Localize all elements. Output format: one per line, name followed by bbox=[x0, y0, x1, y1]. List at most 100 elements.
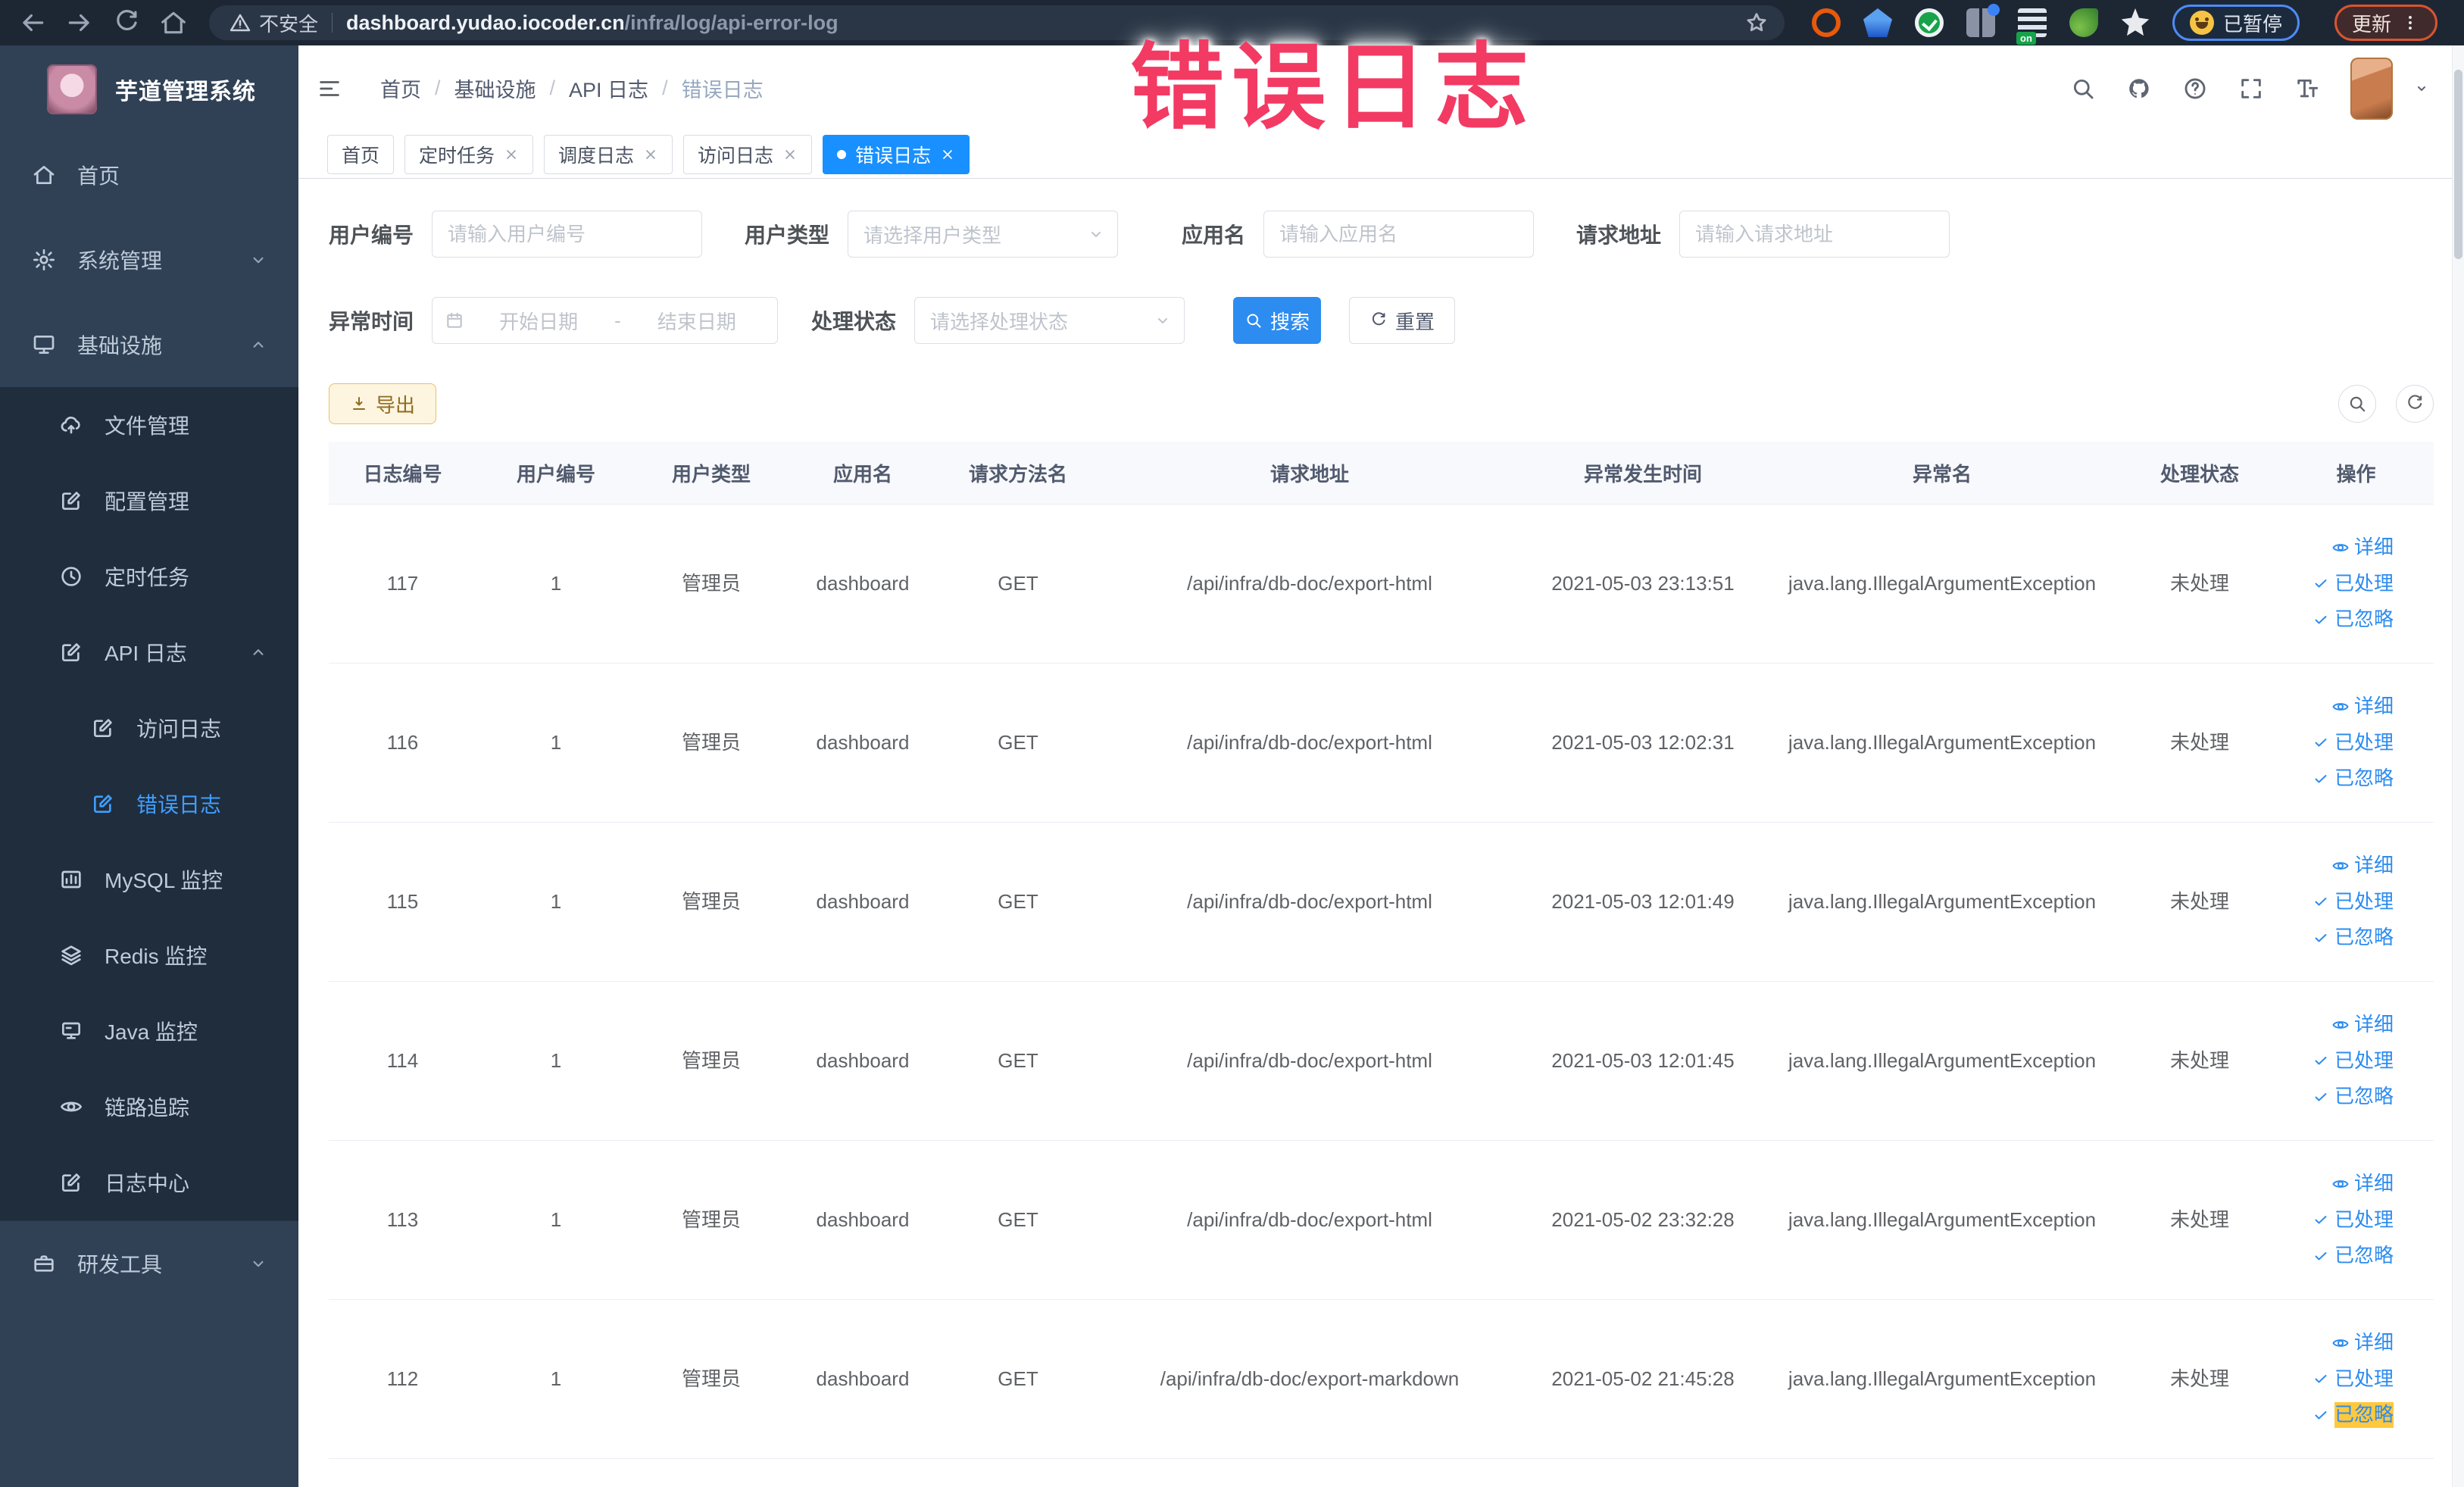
app-name-field[interactable] bbox=[1279, 222, 1518, 246]
security-label[interactable]: 不安全 bbox=[259, 9, 318, 37]
action-已忽略[interactable]: 已忽略 bbox=[2312, 925, 2394, 951]
back-icon[interactable] bbox=[18, 8, 47, 37]
breadcrumb-item[interactable]: 基础设施 bbox=[454, 73, 536, 103]
breadcrumb-item[interactable]: API 日志 bbox=[569, 73, 648, 103]
row-actions: 详细 已处理 已忽略 bbox=[2279, 694, 2433, 792]
request-url-field[interactable] bbox=[1695, 222, 1934, 246]
extension-star-icon[interactable] bbox=[2121, 8, 2150, 36]
extensions-area: on 已暂停 更新 bbox=[1812, 4, 2438, 45]
fullscreen-icon[interactable] bbox=[2238, 76, 2264, 102]
tab-close-icon[interactable] bbox=[643, 147, 658, 162]
url-text[interactable]: dashboard.yudao.iocoder.cn/infra/log/api… bbox=[346, 11, 1735, 35]
action-详细[interactable]: 详细 bbox=[2331, 1012, 2394, 1038]
home-nav-icon[interactable] bbox=[159, 8, 188, 37]
tab-定时任务[interactable]: 定时任务 bbox=[404, 135, 534, 174]
sidebar-item-log-center[interactable]: 日志中心 bbox=[0, 1145, 298, 1220]
app-name-input[interactable] bbox=[1263, 211, 1534, 258]
eye-icon bbox=[2331, 539, 2350, 557]
address-bar[interactable]: 不安全 dashboard.yudao.iocoder.cn/infra/log… bbox=[209, 5, 1785, 40]
sidebar-item-home[interactable]: 首页 bbox=[0, 133, 298, 217]
tab-调度日志[interactable]: 调度日志 bbox=[544, 135, 673, 174]
extension-switch-icon[interactable]: on bbox=[2016, 8, 2047, 45]
action-已忽略[interactable]: 已忽略 bbox=[2312, 766, 2394, 792]
sidebar-item-java[interactable]: Java 监控 bbox=[0, 993, 298, 1069]
extension-leaf-icon[interactable] bbox=[2069, 8, 2098, 37]
exception-time-range-picker[interactable]: 开始日期 - 结束日期 bbox=[432, 297, 778, 344]
sidebar-item-file[interactable]: 文件管理 bbox=[0, 387, 298, 463]
page-scrollbar[interactable] bbox=[2452, 45, 2464, 1487]
paused-extension-chip[interactable]: 已暂停 bbox=[2172, 5, 2300, 41]
search-button[interactable]: 搜索 bbox=[1233, 297, 1321, 344]
action-已忽略[interactable]: 已忽略 bbox=[2312, 1084, 2394, 1110]
tab-close-icon[interactable] bbox=[940, 147, 955, 162]
refresh-table-button[interactable] bbox=[2396, 385, 2434, 423]
sidebar-collapse-icon[interactable] bbox=[315, 76, 344, 102]
browser-update-chip[interactable]: 更新 bbox=[2334, 5, 2438, 41]
scrollbar-thumb[interactable] bbox=[2454, 70, 2462, 259]
tab-首页[interactable]: 首页 bbox=[327, 135, 395, 174]
search-icon[interactable] bbox=[2070, 76, 2096, 102]
process-status-select[interactable]: 请选择处理状态 bbox=[914, 297, 1185, 344]
action-已处理[interactable]: 已处理 bbox=[2312, 1207, 2394, 1233]
github-icon[interactable] bbox=[2126, 76, 2152, 102]
end-date-placeholder[interactable]: 结束日期 bbox=[629, 307, 765, 335]
action-已忽略[interactable]: 已忽略 bbox=[2312, 1243, 2394, 1269]
cell: java.lang.IllegalArgumentException bbox=[1788, 1367, 2097, 1390]
reset-button[interactable]: 重置 bbox=[1349, 297, 1455, 344]
breadcrumb-item[interactable]: 首页 bbox=[380, 73, 421, 103]
bookmark-star-icon[interactable] bbox=[1744, 10, 1769, 36]
sidebar-item-mysql[interactable]: MySQL 监控 bbox=[0, 842, 298, 917]
tab-错误日志[interactable]: 错误日志 bbox=[823, 135, 970, 174]
extension-green-check-icon[interactable] bbox=[1915, 8, 1944, 37]
help-icon[interactable] bbox=[2182, 76, 2208, 102]
action-详细[interactable]: 详细 bbox=[2331, 1171, 2394, 1197]
request-url-input[interactable] bbox=[1679, 211, 1950, 258]
sidebar-item-dev-tools[interactable]: 研发工具 bbox=[0, 1221, 298, 1306]
action-已处理[interactable]: 已处理 bbox=[2312, 889, 2394, 915]
tab-close-icon[interactable] bbox=[782, 147, 798, 162]
sidebar-item-job[interactable]: 定时任务 bbox=[0, 539, 298, 614]
app-logo-row[interactable]: 芋道管理系统 bbox=[0, 45, 298, 133]
action-已处理[interactable]: 已处理 bbox=[2312, 1048, 2394, 1074]
user-id-field[interactable] bbox=[448, 222, 686, 246]
action-已忽略[interactable]: 已忽略 bbox=[2312, 607, 2394, 633]
action-详细[interactable]: 详细 bbox=[2331, 1330, 2394, 1356]
export-button[interactable]: 导出 bbox=[329, 383, 436, 424]
action-已处理[interactable]: 已处理 bbox=[2312, 571, 2394, 597]
action-详细[interactable]: 详细 bbox=[2331, 694, 2394, 720]
action-已处理[interactable]: 已处理 bbox=[2312, 730, 2394, 756]
calendar-icon bbox=[445, 311, 464, 330]
extension-blue-shield-icon[interactable] bbox=[1863, 8, 1892, 37]
tab-close-icon[interactable] bbox=[504, 147, 519, 162]
action-详细[interactable]: 详细 bbox=[2331, 853, 2394, 879]
user-type-select[interactable]: 请选择用户类型 bbox=[848, 211, 1118, 258]
browser-menu-dots-icon[interactable] bbox=[2400, 13, 2420, 33]
reload-icon[interactable] bbox=[112, 8, 141, 37]
action-详细[interactable]: 详细 bbox=[2331, 535, 2394, 561]
extension-orange-icon[interactable] bbox=[1812, 8, 1841, 37]
font-size-icon[interactable] bbox=[2294, 76, 2320, 102]
action-已忽略[interactable]: 已忽略 bbox=[2312, 1402, 2394, 1429]
cell: /api/infra/db-doc/export-html bbox=[1187, 889, 1432, 913]
sidebar-item-redis[interactable]: Redis 监控 bbox=[0, 917, 298, 993]
cell: java.lang.IllegalArgumentException bbox=[1788, 1207, 2097, 1231]
toggle-search-button[interactable] bbox=[2338, 385, 2376, 423]
sidebar-item-infra[interactable]: 基础设施 bbox=[0, 302, 298, 387]
sidebar-item-api-log[interactable]: API 日志 bbox=[0, 614, 298, 690]
tab-label: 首页 bbox=[342, 145, 380, 167]
extension-grid-icon[interactable] bbox=[1966, 4, 2000, 37]
sidebar-item-access-log[interactable]: 访问日志 bbox=[0, 690, 298, 766]
sidebar-item-system[interactable]: 系统管理 bbox=[0, 217, 298, 302]
forward-icon[interactable] bbox=[65, 8, 94, 37]
cell: 未处理 bbox=[2169, 1048, 2229, 1072]
sidebar-item-config[interactable]: 配置管理 bbox=[0, 463, 298, 539]
sidebar-item-error-log[interactable]: 错误日志 bbox=[0, 766, 298, 842]
user-id-input[interactable] bbox=[432, 211, 702, 258]
start-date-placeholder[interactable]: 开始日期 bbox=[470, 307, 607, 335]
user-avatar[interactable] bbox=[2350, 57, 2393, 120]
tab-访问日志[interactable]: 访问日志 bbox=[683, 135, 813, 174]
sidebar-item-trace[interactable]: 链路追踪 bbox=[0, 1069, 298, 1145]
action-已处理[interactable]: 已处理 bbox=[2312, 1367, 2394, 1392]
avatar-caret-down-icon[interactable] bbox=[2412, 80, 2431, 98]
cell: java.lang.IllegalArgumentException bbox=[1788, 571, 2097, 595]
